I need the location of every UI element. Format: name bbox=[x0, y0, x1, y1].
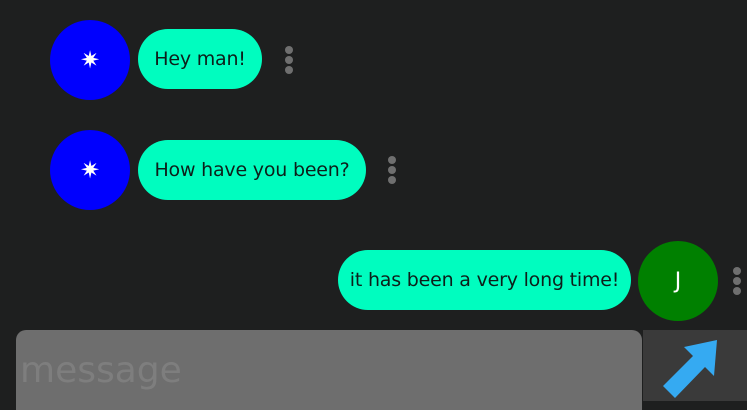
message-text: Hey man! bbox=[154, 48, 246, 70]
send-arrow-icon bbox=[663, 340, 717, 398]
message-options-icon[interactable] bbox=[730, 267, 744, 295]
message-text: How have you been? bbox=[154, 159, 350, 181]
message-input[interactable] bbox=[16, 330, 642, 410]
user-avatar: J bbox=[638, 241, 718, 321]
send-button[interactable] bbox=[643, 330, 747, 401]
message-bubble: Hey man! bbox=[138, 29, 262, 89]
message-options-icon[interactable] bbox=[282, 46, 296, 74]
star-icon: ✷ bbox=[79, 156, 101, 184]
message-bubble: it has been a very long time! bbox=[338, 250, 631, 310]
message-bubble: How have you been? bbox=[138, 140, 366, 200]
star-icon: ✷ bbox=[79, 46, 101, 74]
sender-avatar: ✷ bbox=[50, 20, 130, 100]
message-options-icon[interactable] bbox=[385, 156, 399, 184]
avatar-initial: J bbox=[674, 268, 682, 294]
sender-avatar: ✷ bbox=[50, 130, 130, 210]
message-text: it has been a very long time! bbox=[349, 269, 620, 291]
message-composer bbox=[16, 330, 642, 410]
